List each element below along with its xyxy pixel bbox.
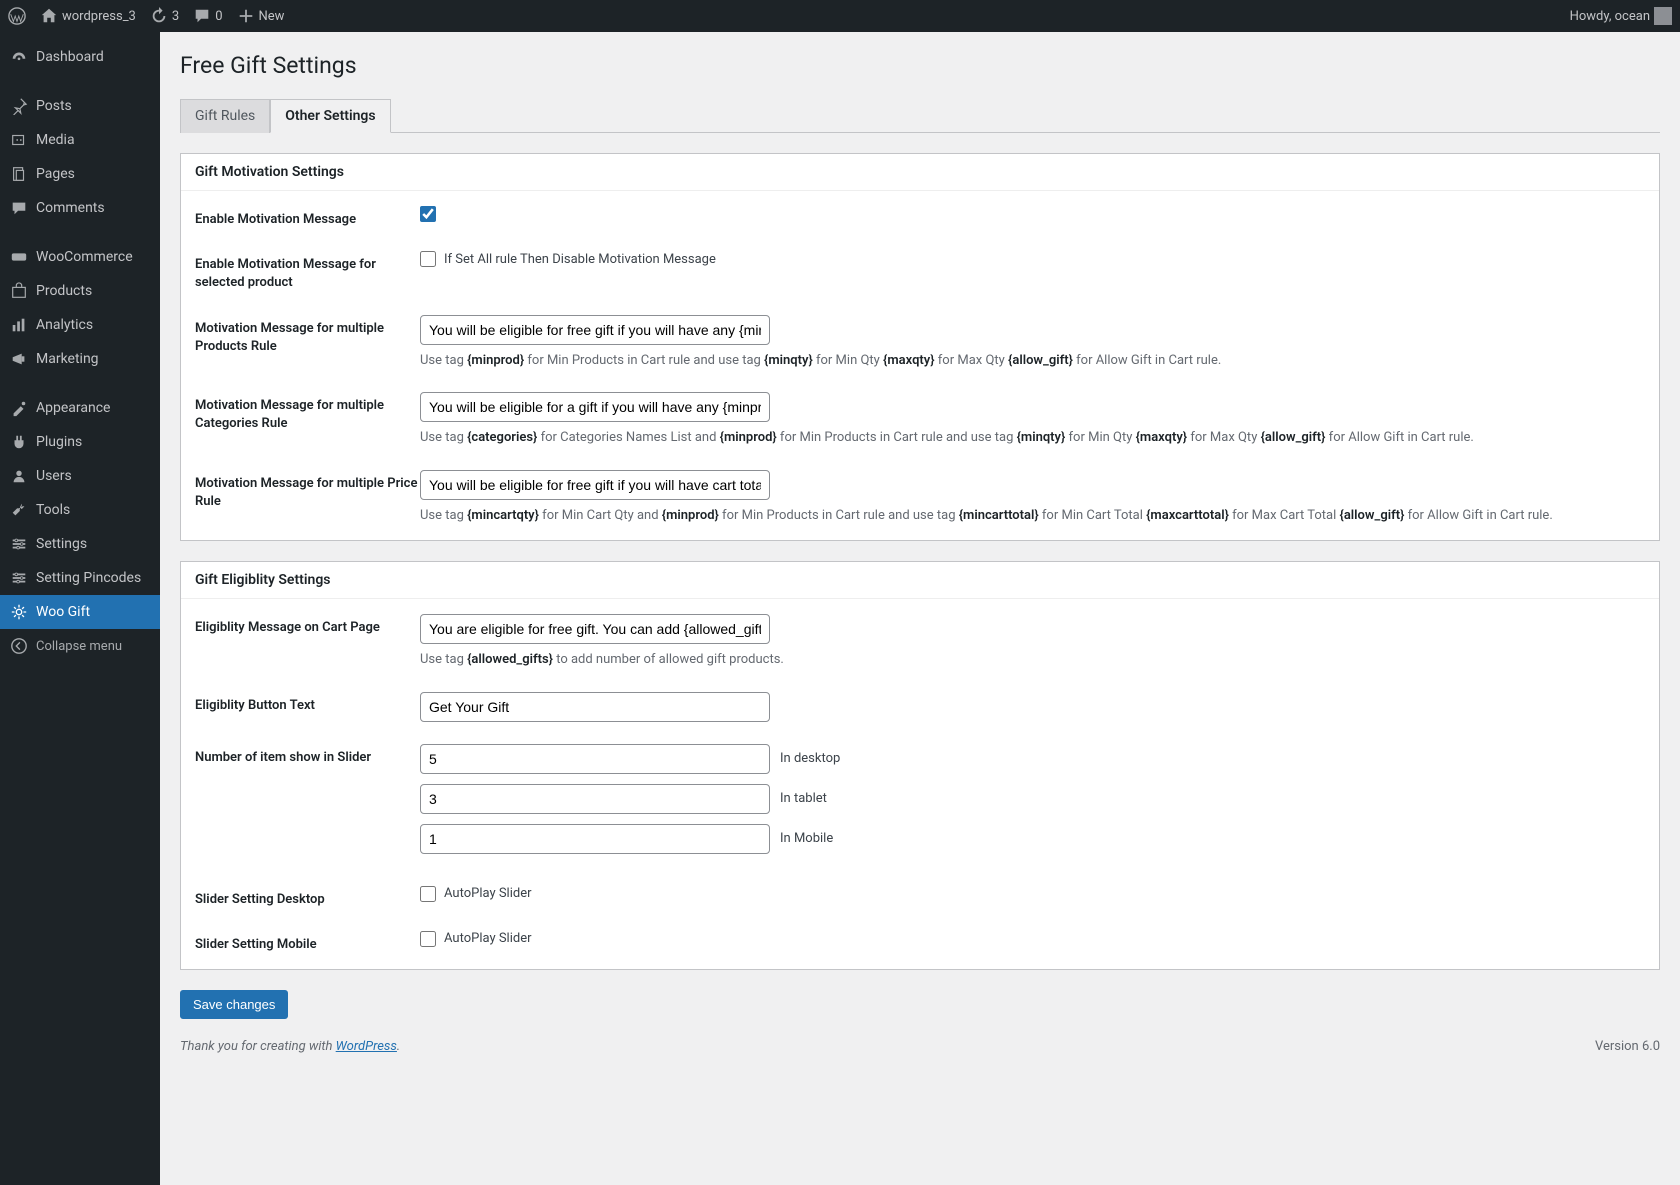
enable-motivation-selected-label: Enable Motivation Message for selected p… xyxy=(195,251,420,292)
sidebar-item-label: Woo Gift xyxy=(36,604,90,620)
sidebar-item-label: Plugins xyxy=(36,434,82,450)
sidebar-item-woocommerce[interactable]: WooCommerce xyxy=(0,240,160,274)
multi-price-label: Motivation Message for multiple Price Ru… xyxy=(195,470,420,511)
enable-motivation-selected-checkbox[interactable] xyxy=(420,251,436,267)
multi-products-label: Motivation Message for multiple Products… xyxy=(195,315,420,356)
slider-setting-mobile-checkbox[interactable] xyxy=(420,931,436,947)
version-label: Version 6.0 xyxy=(1595,1039,1660,1054)
multi-products-input[interactable] xyxy=(420,315,770,345)
multi-price-desc: Use tag {mincartqty} for Min Cart Qty an… xyxy=(420,506,1645,526)
sidebar-item-label: Settings xyxy=(36,536,87,552)
sidebar-item-comments[interactable]: Comments xyxy=(0,191,160,225)
sidebar-item-label: Analytics xyxy=(36,317,93,333)
slider-setting-mobile-text: AutoPlay Slider xyxy=(444,931,532,946)
sidebar-item-media[interactable]: Media xyxy=(0,123,160,157)
eligibility-msg-input[interactable] xyxy=(420,614,770,644)
eligibility-msg-label: Eligiblity Message on Cart Page xyxy=(195,614,420,637)
sidebar-item-plugins[interactable]: Plugins xyxy=(0,425,160,459)
enable-motivation-label: Enable Motivation Message xyxy=(195,206,420,229)
sidebar-item-label: Media xyxy=(36,132,75,148)
eligibility-header: Gift Eligiblity Settings xyxy=(181,562,1659,599)
slider-desktop-sublabel: In desktop xyxy=(780,751,840,766)
sidebar-item-settings[interactable]: Settings xyxy=(0,527,160,561)
sidebar-item-posts[interactable]: Posts xyxy=(0,89,160,123)
sidebar-item-label: Pages xyxy=(36,166,75,182)
enable-motivation-selected-text: If Set All rule Then Disable Motivation … xyxy=(444,252,716,267)
admin-sidebar: Dashboard Posts Media Pages Comments WooComme… xyxy=(0,32,160,1185)
slider-setting-desktop-label: Slider Setting Desktop xyxy=(195,886,420,909)
slider-mobile-input[interactable] xyxy=(420,824,770,854)
sidebar-item-setting-pincodes[interactable]: Setting Pincodes xyxy=(0,561,160,595)
admin-bar: wordpress_3 3 0 New Howdy, ocean xyxy=(0,0,1680,32)
multi-cat-label: Motivation Message for multiple Categori… xyxy=(195,392,420,433)
avatar xyxy=(1654,7,1672,25)
new-link[interactable]: New xyxy=(237,7,285,25)
save-button[interactable]: Save changes xyxy=(180,990,288,1019)
sidebar-item-tools[interactable]: Tools xyxy=(0,493,160,527)
sidebar-item-label: Products xyxy=(36,283,92,299)
settings-tabs: Gift Rules Other Settings xyxy=(180,99,1660,133)
eligibility-btn-label: Eligiblity Button Text xyxy=(195,692,420,715)
slider-mobile-sublabel: In Mobile xyxy=(780,831,833,846)
collapse-label: Collapse menu xyxy=(36,639,122,654)
slider-desktop-input[interactable] xyxy=(420,744,770,774)
slider-tablet-sublabel: In tablet xyxy=(780,791,827,806)
sidebar-item-label: Appearance xyxy=(36,400,110,416)
multi-products-desc: Use tag {minprod} for Min Products in Ca… xyxy=(420,351,1645,371)
sidebar-item-label: Setting Pincodes xyxy=(36,570,141,586)
wordpress-link[interactable]: WordPress xyxy=(336,1039,397,1054)
tab-other-settings[interactable]: Other Settings xyxy=(270,99,390,133)
sidebar-item-dashboard[interactable]: Dashboard xyxy=(0,40,160,74)
updates-link[interactable]: 3 xyxy=(150,7,179,25)
slider-setting-mobile-label: Slider Setting Mobile xyxy=(195,931,420,954)
sidebar-item-products[interactable]: Products xyxy=(0,274,160,308)
motivation-panel: Gift Motivation Settings Enable Motivati… xyxy=(180,153,1660,541)
sidebar-item-pages[interactable]: Pages xyxy=(0,157,160,191)
slider-count-label: Number of item show in Slider xyxy=(195,744,420,767)
sidebar-item-woo-gift[interactable]: Woo Gift xyxy=(0,595,160,629)
account-link[interactable]: Howdy, ocean xyxy=(1570,7,1672,25)
wp-logo-icon[interactable] xyxy=(8,7,26,25)
content-area: Free Gift Settings Gift Rules Other Sett… xyxy=(160,32,1680,1185)
multi-price-input[interactable] xyxy=(420,470,770,500)
sidebar-item-label: Marketing xyxy=(36,351,99,367)
slider-setting-desktop-text: AutoPlay Slider xyxy=(444,886,532,901)
eligibility-msg-desc: Use tag {allowed_gifts} to add number of… xyxy=(420,650,1645,670)
sidebar-item-label: Posts xyxy=(36,98,72,114)
enable-motivation-checkbox[interactable] xyxy=(420,206,436,222)
sidebar-item-label: Comments xyxy=(36,200,105,216)
eligibility-panel: Gift Eligiblity Settings Eligiblity Mess… xyxy=(180,561,1660,970)
multi-cat-desc: Use tag {categories} for Categories Name… xyxy=(420,428,1645,448)
collapse-menu[interactable]: Collapse menu xyxy=(0,629,160,663)
sidebar-item-label: WooCommerce xyxy=(36,249,133,265)
eligibility-btn-input[interactable] xyxy=(420,692,770,722)
site-link[interactable]: wordpress_3 xyxy=(40,7,136,25)
sidebar-item-label: Users xyxy=(36,468,72,484)
sidebar-item-label: Tools xyxy=(36,502,70,518)
sidebar-item-users[interactable]: Users xyxy=(0,459,160,493)
tab-gift-rules[interactable]: Gift Rules xyxy=(180,99,270,133)
motivation-header: Gift Motivation Settings xyxy=(181,154,1659,191)
multi-cat-input[interactable] xyxy=(420,392,770,422)
sidebar-item-appearance[interactable]: Appearance xyxy=(0,391,160,425)
sidebar-item-label: Dashboard xyxy=(36,49,104,65)
slider-setting-desktop-checkbox[interactable] xyxy=(420,886,436,902)
comments-link[interactable]: 0 xyxy=(193,7,222,25)
slider-tablet-input[interactable] xyxy=(420,784,770,814)
page-title: Free Gift Settings xyxy=(180,52,1660,79)
footer: Thank you for creating with WordPress. V… xyxy=(180,1019,1660,1054)
sidebar-item-marketing[interactable]: Marketing xyxy=(0,342,160,376)
sidebar-item-analytics[interactable]: Analytics xyxy=(0,308,160,342)
